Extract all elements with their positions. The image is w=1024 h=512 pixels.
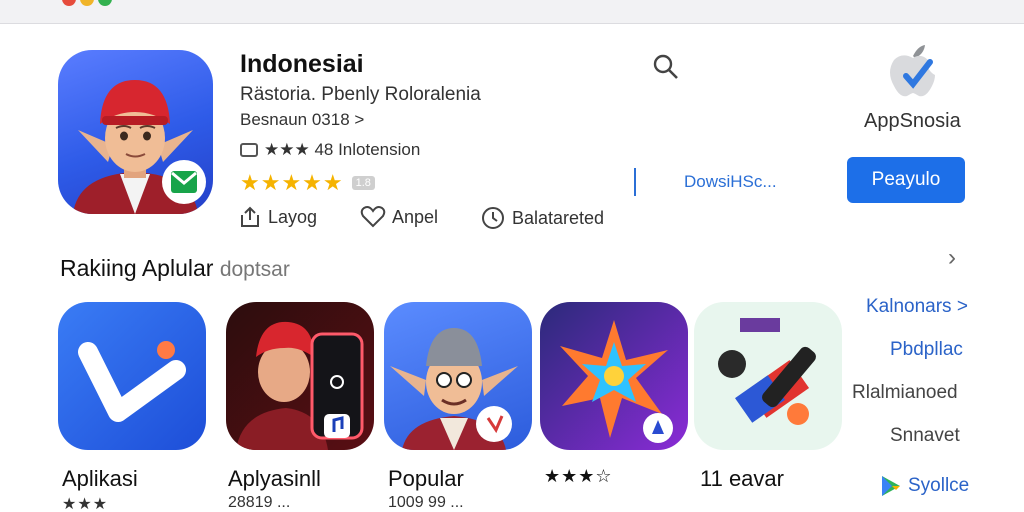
app-tile-3[interactable]: [384, 302, 532, 450]
window-dot-green[interactable]: [98, 0, 112, 6]
section-title-muted: doptsar: [219, 258, 290, 281]
share-icon: [241, 206, 259, 227]
section-title-text: Rakiing Aplular: [60, 255, 214, 281]
age-rating-icon: [240, 143, 258, 157]
star-rating: ★★★★★: [240, 170, 344, 195]
tile-3-sub: 1009 99 ...: [388, 494, 464, 511]
download-link[interactable]: DowsiHSc...: [634, 168, 814, 196]
tile-2-sub: 28819 ...: [228, 494, 291, 511]
character-app-icon: [390, 328, 518, 450]
get-button[interactable]: Peayulo: [847, 157, 965, 203]
heart-icon: [360, 206, 386, 228]
app-subtitle: Rästoria. Pbenly Roloralenia: [240, 84, 481, 105]
tile-1-rating: ★★★: [62, 496, 109, 512]
tile-1-label: Aplikasi: [62, 466, 138, 491]
section-title: Rakiing Aplular doptsar: [60, 255, 290, 282]
app-tile-1[interactable]: [58, 302, 206, 450]
window-dot-red[interactable]: [62, 0, 76, 6]
history-action-label: Balatareted: [512, 207, 605, 228]
side-link-3[interactable]: Rlalmianoed: [852, 382, 958, 404]
tile-3-label: Popular: [388, 466, 464, 491]
star-game-icon: [560, 320, 673, 443]
side-link-1[interactable]: Kalnonars >: [866, 296, 968, 318]
app-icon: [58, 50, 213, 214]
brand-label: AppSnosia: [864, 110, 961, 132]
developer-link[interactable]: Besnaun 0318 >: [240, 110, 364, 130]
side-link-4[interactable]: Snnavet: [890, 425, 960, 447]
tools-app-icon: [718, 318, 816, 425]
rating-summary-text: ★★★ 48 Inlotension: [264, 140, 421, 159]
history-icon: [482, 207, 504, 229]
tile-4-rating: ★★★☆: [544, 466, 613, 486]
rating-stars-row: ★★★★★ 1.8: [240, 170, 375, 196]
apple-logo-icon: [890, 45, 935, 97]
history-action[interactable]: Balatareted: [480, 205, 604, 231]
tile-2-label: Aplyasinll: [228, 466, 321, 491]
app-tile-4[interactable]: [540, 302, 688, 450]
heart-action[interactable]: Anpel: [360, 205, 438, 229]
chevron-right-icon[interactable]: ›: [948, 244, 956, 272]
tile-5-label: 11 eavar: [700, 466, 784, 491]
music-app-icon: [236, 321, 364, 450]
app-title: Indonesiai: [240, 50, 364, 78]
side-link-5[interactable]: Syollce: [880, 474, 969, 498]
side-link-2[interactable]: Pbdpllac: [890, 339, 963, 361]
side-link-5-label: Syollce: [908, 475, 970, 496]
app-tile-5[interactable]: [694, 302, 842, 450]
share-action[interactable]: Layog: [238, 205, 317, 229]
stream-app-icon: [78, 341, 186, 422]
rating-summary: ★★★ 48 Inlotension: [240, 140, 420, 160]
window-dot-yellow[interactable]: [80, 0, 94, 6]
rating-badge: 1.8: [351, 176, 375, 190]
share-action-label: Layog: [268, 206, 318, 227]
app-tile-2[interactable]: [226, 302, 374, 450]
heart-action-label: Anpel: [392, 206, 439, 227]
search-icon[interactable]: [651, 52, 681, 82]
browser-top-bar: [0, 0, 1024, 24]
play-store-icon: [882, 476, 900, 496]
